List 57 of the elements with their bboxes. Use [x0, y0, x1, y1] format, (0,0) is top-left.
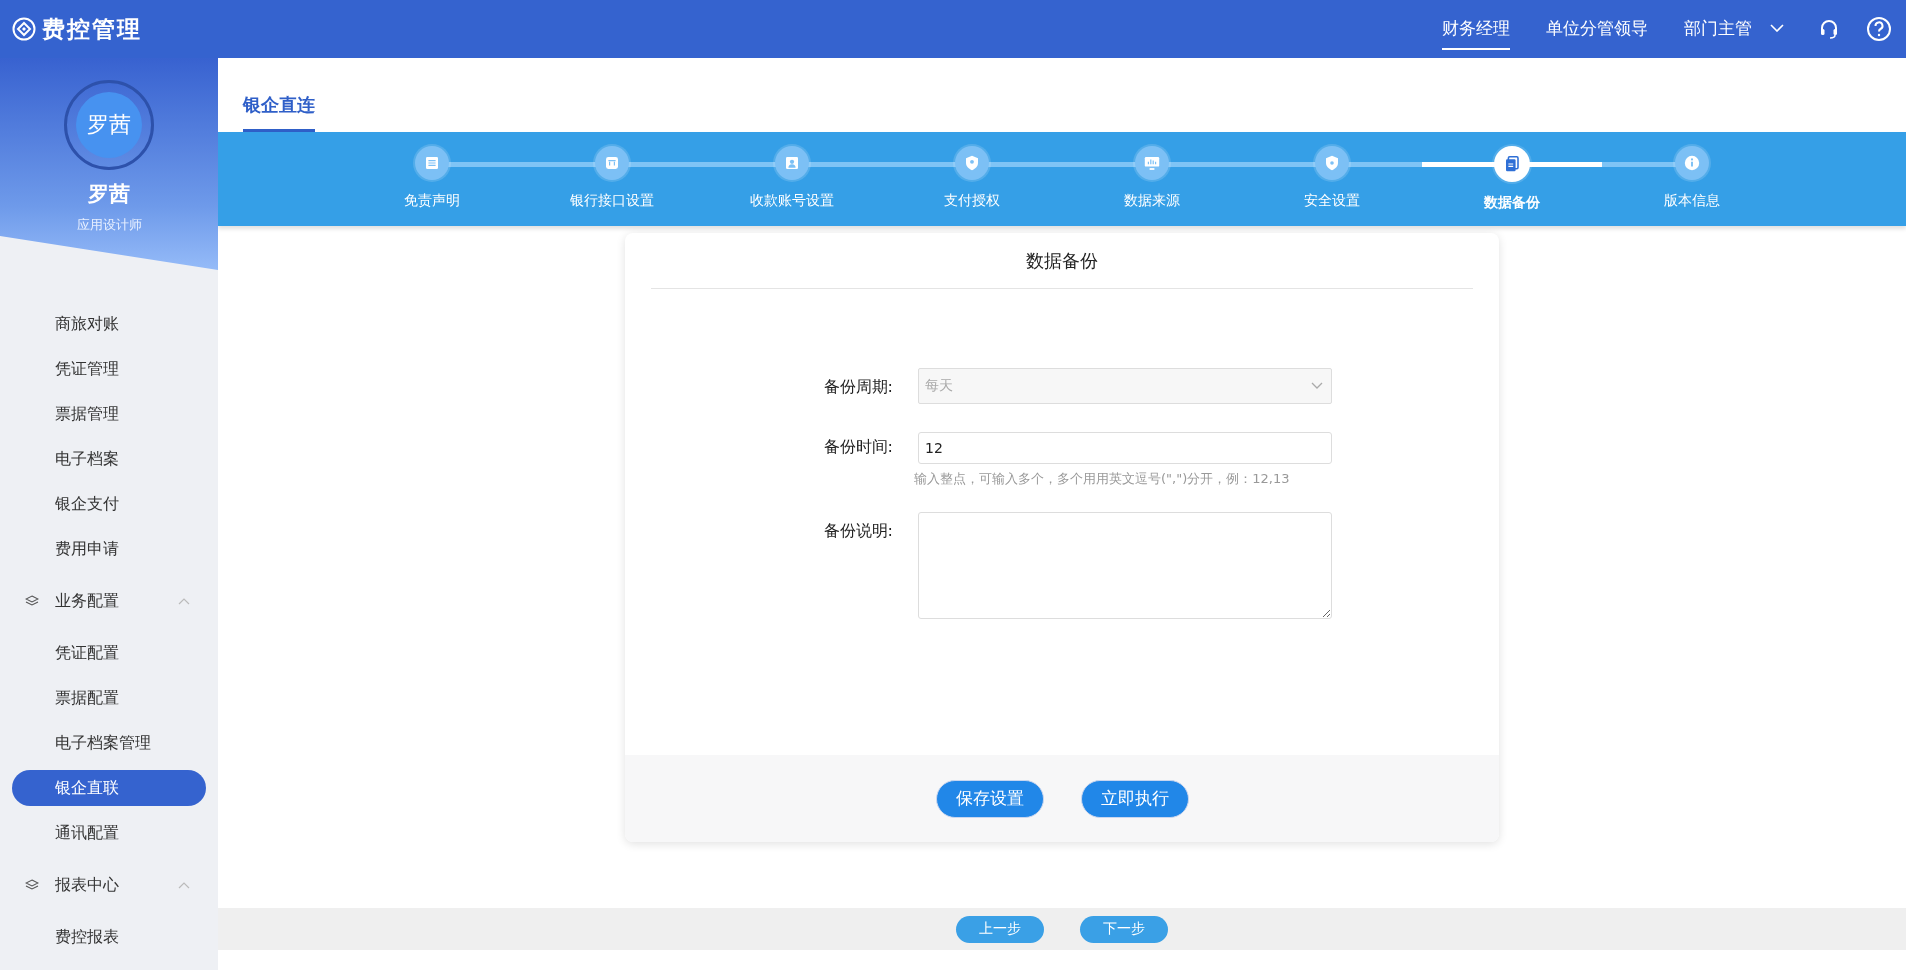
step-icon[interactable] [955, 146, 989, 180]
role-tab[interactable]: 单位分管领导 [1546, 8, 1648, 50]
layers-icon [25, 595, 39, 607]
menu-item[interactable]: 票据配置 [12, 680, 206, 716]
step-label[interactable]: 安全设置 [1304, 192, 1360, 210]
step-icon[interactable] [1315, 146, 1349, 180]
menu-item[interactable]: 费控报表 [12, 919, 206, 955]
logo-icon [12, 17, 36, 41]
menu-item[interactable]: 银企支付 [12, 486, 206, 522]
chevron-up-icon [178, 597, 190, 605]
chevron-down-icon [1311, 382, 1323, 390]
menu-item[interactable]: 电子档案 [12, 441, 206, 477]
headset-icon[interactable] [1818, 18, 1840, 40]
app-title: 费控管理 [42, 14, 142, 44]
card-title: 数据备份 [651, 233, 1473, 289]
step-label[interactable]: 免责声明 [404, 192, 460, 210]
field-hint: 输入整点，可输入多个，多个用用英文逗号(",")分开，例：12,13 [914, 470, 1291, 488]
time-input[interactable]: 12 [918, 432, 1332, 464]
action-button[interactable]: 立即执行 [1080, 779, 1189, 818]
user-role: 应用设计师 [76, 216, 142, 234]
step-nav-button[interactable]: 下一步 [1080, 915, 1168, 943]
menu-item[interactable]: 凭证管理 [12, 351, 206, 387]
menu-group-label: 报表中心 [55, 874, 120, 896]
role-tab[interactable]: 财务经理 [1442, 8, 1510, 50]
step-icon[interactable] [1675, 146, 1709, 180]
menu-item[interactable]: 费用申请 [12, 531, 206, 567]
field-label: 备份时间: [822, 436, 893, 458]
user-name: 罗茜 [88, 181, 130, 208]
menu-group-label: 业务配置 [55, 590, 120, 612]
field-label: 备份说明: [822, 520, 893, 542]
menu-item[interactable]: 电子档案管理 [12, 725, 206, 761]
menu-item[interactable]: 银企直联 [12, 770, 206, 806]
step-icon[interactable] [775, 146, 809, 180]
step-label[interactable]: 数据来源 [1124, 192, 1180, 210]
step-label[interactable]: 银行接口设置 [570, 192, 654, 210]
help-icon[interactable] [1866, 16, 1892, 42]
step-icon[interactable] [1494, 146, 1530, 182]
step-label[interactable]: 收款账号设置 [750, 192, 834, 210]
step-icon[interactable] [1135, 146, 1169, 180]
step-nav-button[interactable]: 上一步 [956, 915, 1044, 943]
chevron-up-icon [178, 881, 190, 889]
step-label[interactable]: 支付授权 [944, 192, 1000, 210]
step-label[interactable]: 数据备份 [1484, 194, 1540, 212]
layers-icon [25, 879, 39, 891]
action-button[interactable]: 保存设置 [935, 779, 1044, 818]
avatar: 罗茜 [64, 80, 154, 170]
menu-group[interactable]: 业务配置 [12, 583, 206, 619]
menu-item[interactable]: 凭证配置 [12, 635, 206, 671]
menu-item[interactable]: 商旅对账 [12, 306, 206, 342]
field-label: 备份周期: [822, 376, 893, 398]
step-icon[interactable] [595, 146, 629, 180]
step-label[interactable]: 版本信息 [1664, 192, 1720, 210]
role-tab[interactable]: 部门主管 [1684, 8, 1784, 50]
menu-item[interactable]: 通讯配置 [12, 815, 206, 851]
menu-group[interactable]: 报表中心 [12, 867, 206, 903]
step-icon[interactable] [415, 146, 449, 180]
menu-item[interactable]: 票据管理 [12, 396, 206, 432]
